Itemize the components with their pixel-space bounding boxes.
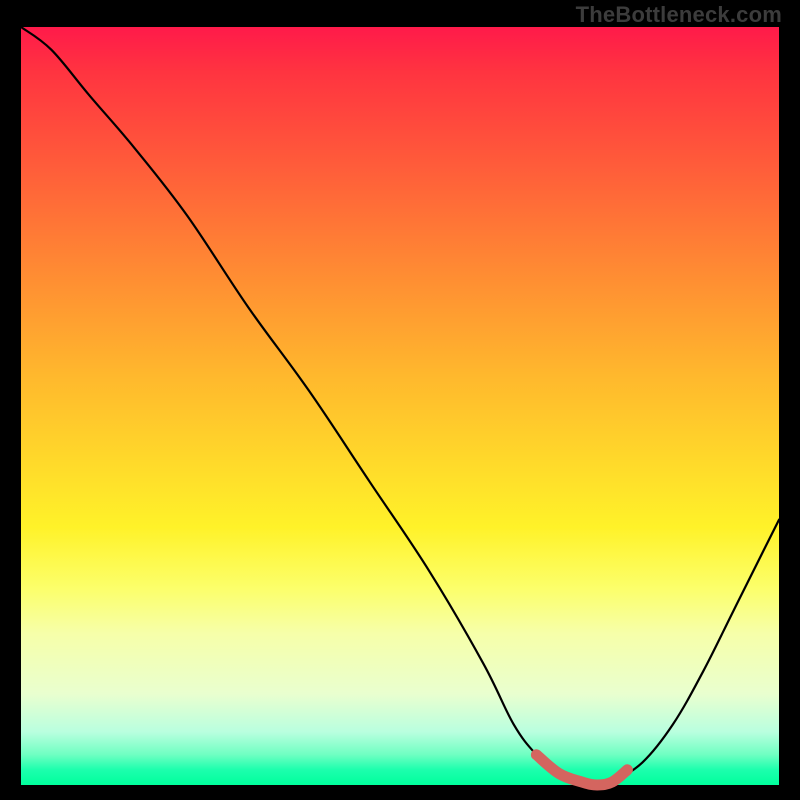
plot-area — [21, 27, 779, 785]
chart-container: TheBottleneck.com — [0, 0, 800, 800]
optimal-zone-marker — [536, 755, 627, 785]
bottleneck-curve — [21, 27, 779, 785]
watermark-text: TheBottleneck.com — [576, 2, 782, 28]
curve-layer — [21, 27, 779, 785]
